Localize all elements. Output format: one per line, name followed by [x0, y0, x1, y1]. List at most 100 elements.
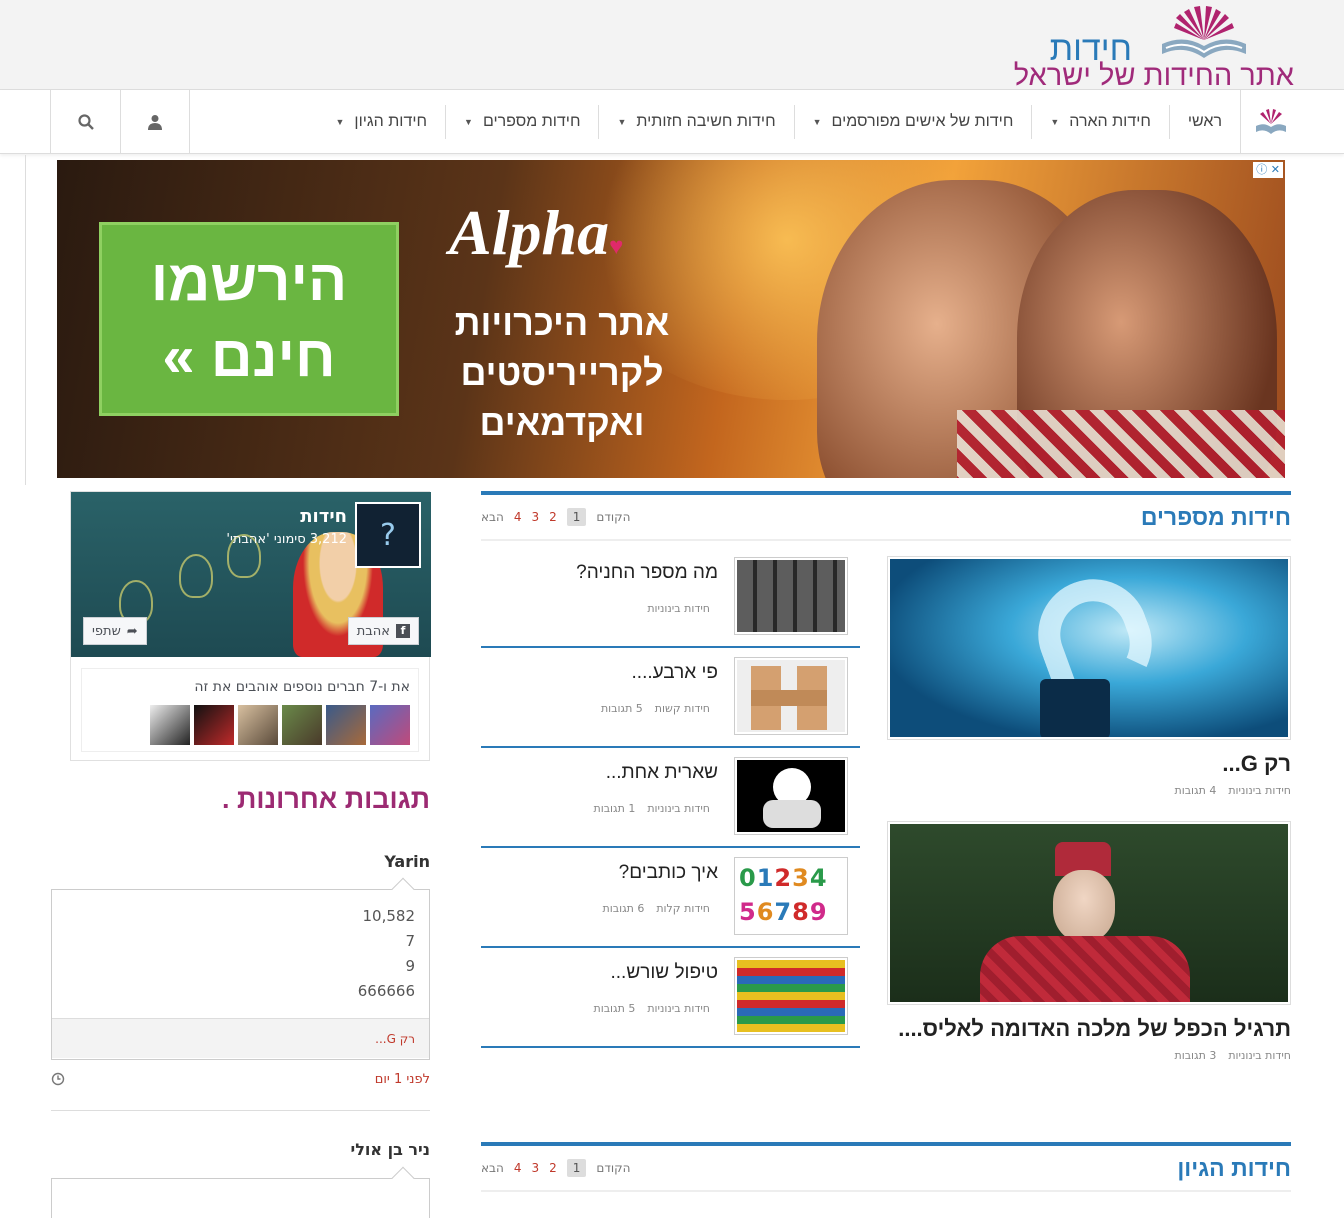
section-number-riddles: חידות מספרים הקודם 1 2 3 4 הבא [481, 491, 1291, 541]
featured-post: תרגיל הכפל של מלכה האדומה לאליס.... חידו… [887, 821, 1291, 1062]
nav-item-label: חידות חשיבה חזותית [636, 113, 776, 130]
avatar[interactable] [194, 705, 234, 745]
site-logo[interactable]: חידות אתר החידות של ישראל [994, 4, 1294, 92]
pager-prev[interactable]: הקודם [596, 510, 630, 524]
facebook-page-name[interactable]: חידות [300, 506, 347, 527]
ad-banner[interactable]: ⓘ ✕ Alpha♥ אתר היכרויות לקרייריסטים ואקד… [57, 160, 1285, 478]
pager-next[interactable]: הבא [481, 1161, 504, 1175]
avatar[interactable] [370, 705, 410, 745]
comment-line: 666666 [357, 982, 415, 1000]
search-button[interactable] [50, 90, 120, 154]
book-sunburst-icon [1162, 6, 1246, 58]
featured-image[interactable] [887, 556, 1291, 740]
section-title[interactable]: חידות הגיון [1177, 1155, 1291, 1182]
post-title[interactable]: פי ארבע.... [632, 662, 718, 684]
post-category[interactable]: חידות קשות [655, 702, 710, 715]
post-meta: חידות בינוניות 5 תגובות [593, 1002, 710, 1015]
facebook-icon: f [396, 624, 410, 638]
main-nav: ראשי חידות הארה ▼ חידות של אישים מפורסמים… [0, 90, 1344, 154]
pager-page[interactable]: 4 [514, 1161, 522, 1175]
nav-item-logic-riddles[interactable]: חידות הגיון ▼ [318, 105, 446, 139]
list-item: מה מספר החניה? חידות בינוניות [481, 548, 860, 648]
chevron-down-icon: ▼ [464, 117, 473, 127]
post-meta: חידות בינוניות 4 תגובות [887, 784, 1291, 797]
post-thumbnail[interactable] [734, 557, 848, 635]
nav-item-visual-thinking[interactable]: חידות חשיבה חזותית ▼ [598, 105, 793, 139]
pager-current: 1 [566, 1159, 587, 1177]
post-thumbnail[interactable]: 01234 56789 [734, 857, 848, 935]
ad-tagline-line: אתר היכרויות [454, 302, 670, 343]
comment-meta: לפני 1 יום [51, 1072, 430, 1087]
post-title[interactable]: מה מספר החניה? [576, 562, 718, 584]
featured-image[interactable] [887, 821, 1291, 1005]
avatar[interactable] [282, 705, 322, 745]
post-comments[interactable]: 6 תגובות [602, 902, 644, 915]
post-comments[interactable]: 4 תגובות [1174, 784, 1216, 797]
post-comments[interactable]: 3 תגובות [1174, 1049, 1216, 1062]
book-sunburst-icon [1255, 109, 1286, 134]
avatar[interactable] [150, 705, 190, 745]
featured-title[interactable]: תרגיל הכפל של מלכה האדומה לאליס.... [887, 1015, 1291, 1043]
page-avatar[interactable]: ? [355, 502, 421, 568]
facebook-like-button[interactable]: f אהבת [347, 617, 419, 645]
post-title[interactable]: איך כותבים? [619, 862, 718, 884]
chevron-down-icon: ▼ [335, 117, 345, 127]
post-meta: חידות בינוניות 3 תגובות [887, 1049, 1291, 1062]
ad-signup-button[interactable]: הירשמו חינם » [99, 222, 399, 416]
pager-prev[interactable]: הקודם [596, 1161, 630, 1175]
avatar[interactable] [326, 705, 366, 745]
post-category[interactable]: חידות בינוניות [647, 802, 710, 815]
nav-item-enlightenment[interactable]: חידות הארה ▼ [1031, 105, 1169, 139]
pagination: הקודם 1 2 3 4 הבא [481, 1159, 631, 1177]
post-category[interactable]: חידות בינוניות [1228, 784, 1291, 797]
post-meta: חידות קלות 6 תגובות [602, 902, 710, 915]
comment-author[interactable]: ניר בן אולי [350, 1140, 430, 1159]
comment-author[interactable]: Yarin [384, 852, 430, 871]
heart-icon: ♥ [609, 234, 624, 260]
nav-home-logo[interactable] [1240, 90, 1300, 154]
pager-page[interactable]: 4 [514, 510, 522, 524]
chevron-down-icon: ▼ [617, 117, 627, 127]
section-title[interactable]: חידות מספרים [1141, 504, 1291, 531]
post-category[interactable]: חידות בינוניות [647, 1002, 710, 1015]
post-category[interactable]: חידות קלות [656, 902, 710, 915]
ad-brand: Alpha♥ [449, 196, 623, 270]
comment-post-title: רק G... [375, 1031, 415, 1046]
post-thumbnail[interactable] [734, 757, 848, 835]
ad-cta-line: הירשמו [150, 248, 348, 313]
pager-next[interactable]: הבא [481, 510, 504, 524]
ad-cta-line: חינם » [162, 324, 336, 389]
featured-title[interactable]: רק G... [887, 750, 1291, 778]
ad-close-icon[interactable]: ⓘ ✕ [1253, 162, 1283, 178]
nav-item-number-riddles[interactable]: חידות מספרים ▼ [445, 105, 598, 139]
avatar[interactable] [238, 705, 278, 745]
nav-item-famous-people[interactable]: חידות של אישים מפורסמים ▼ [793, 105, 1032, 139]
post-thumbnail[interactable] [734, 657, 848, 735]
recent-comments-title: תגובות אחרונות . [222, 784, 430, 814]
pager-page[interactable]: 2 [549, 1161, 557, 1175]
post-comments[interactable]: 1 תגובות [593, 802, 635, 815]
post-comments[interactable]: 5 תגובות [601, 702, 643, 715]
post-thumbnail[interactable] [734, 957, 848, 1035]
featured-post: רק G... חידות בינוניות 4 תגובות [887, 556, 1291, 797]
comment-bubble [51, 1166, 430, 1218]
pagination: הקודם 1 2 3 4 הבא [481, 508, 631, 526]
facebook-cover[interactable]: ? חידות 3,212 סימוני 'אהבתי' f אהבת ➦ שת… [71, 492, 431, 657]
post-category[interactable]: חידות בינוניות [647, 602, 710, 615]
post-title[interactable]: שארית אחת... [606, 762, 718, 784]
post-category[interactable]: חידות בינוניות [1228, 1049, 1291, 1062]
post-comments[interactable]: 5 תגובות [593, 1002, 635, 1015]
pager-page[interactable]: 3 [531, 1161, 539, 1175]
comment-bubble: 10,582 7 9 666666 רק G... [51, 877, 430, 1060]
nav-item-home[interactable]: ראשי [1168, 105, 1240, 139]
comment-line: 7 [405, 932, 415, 950]
comment-time[interactable]: לפני 1 יום [375, 1072, 430, 1087]
facebook-share-button[interactable]: ➦ שתפי [83, 617, 147, 645]
facebook-friends: את ו-7 חברים נוספים אוהבים את זה [81, 668, 419, 752]
pager-page[interactable]: 3 [531, 510, 539, 524]
pager-page[interactable]: 2 [549, 510, 557, 524]
post-title[interactable]: טיפול שורש... [611, 962, 719, 984]
user-button[interactable] [120, 90, 190, 154]
comment-post-link[interactable]: רק G... [52, 1018, 429, 1058]
list-item: טיפול שורש... חידות בינוניות 5 תגובות [481, 948, 860, 1048]
